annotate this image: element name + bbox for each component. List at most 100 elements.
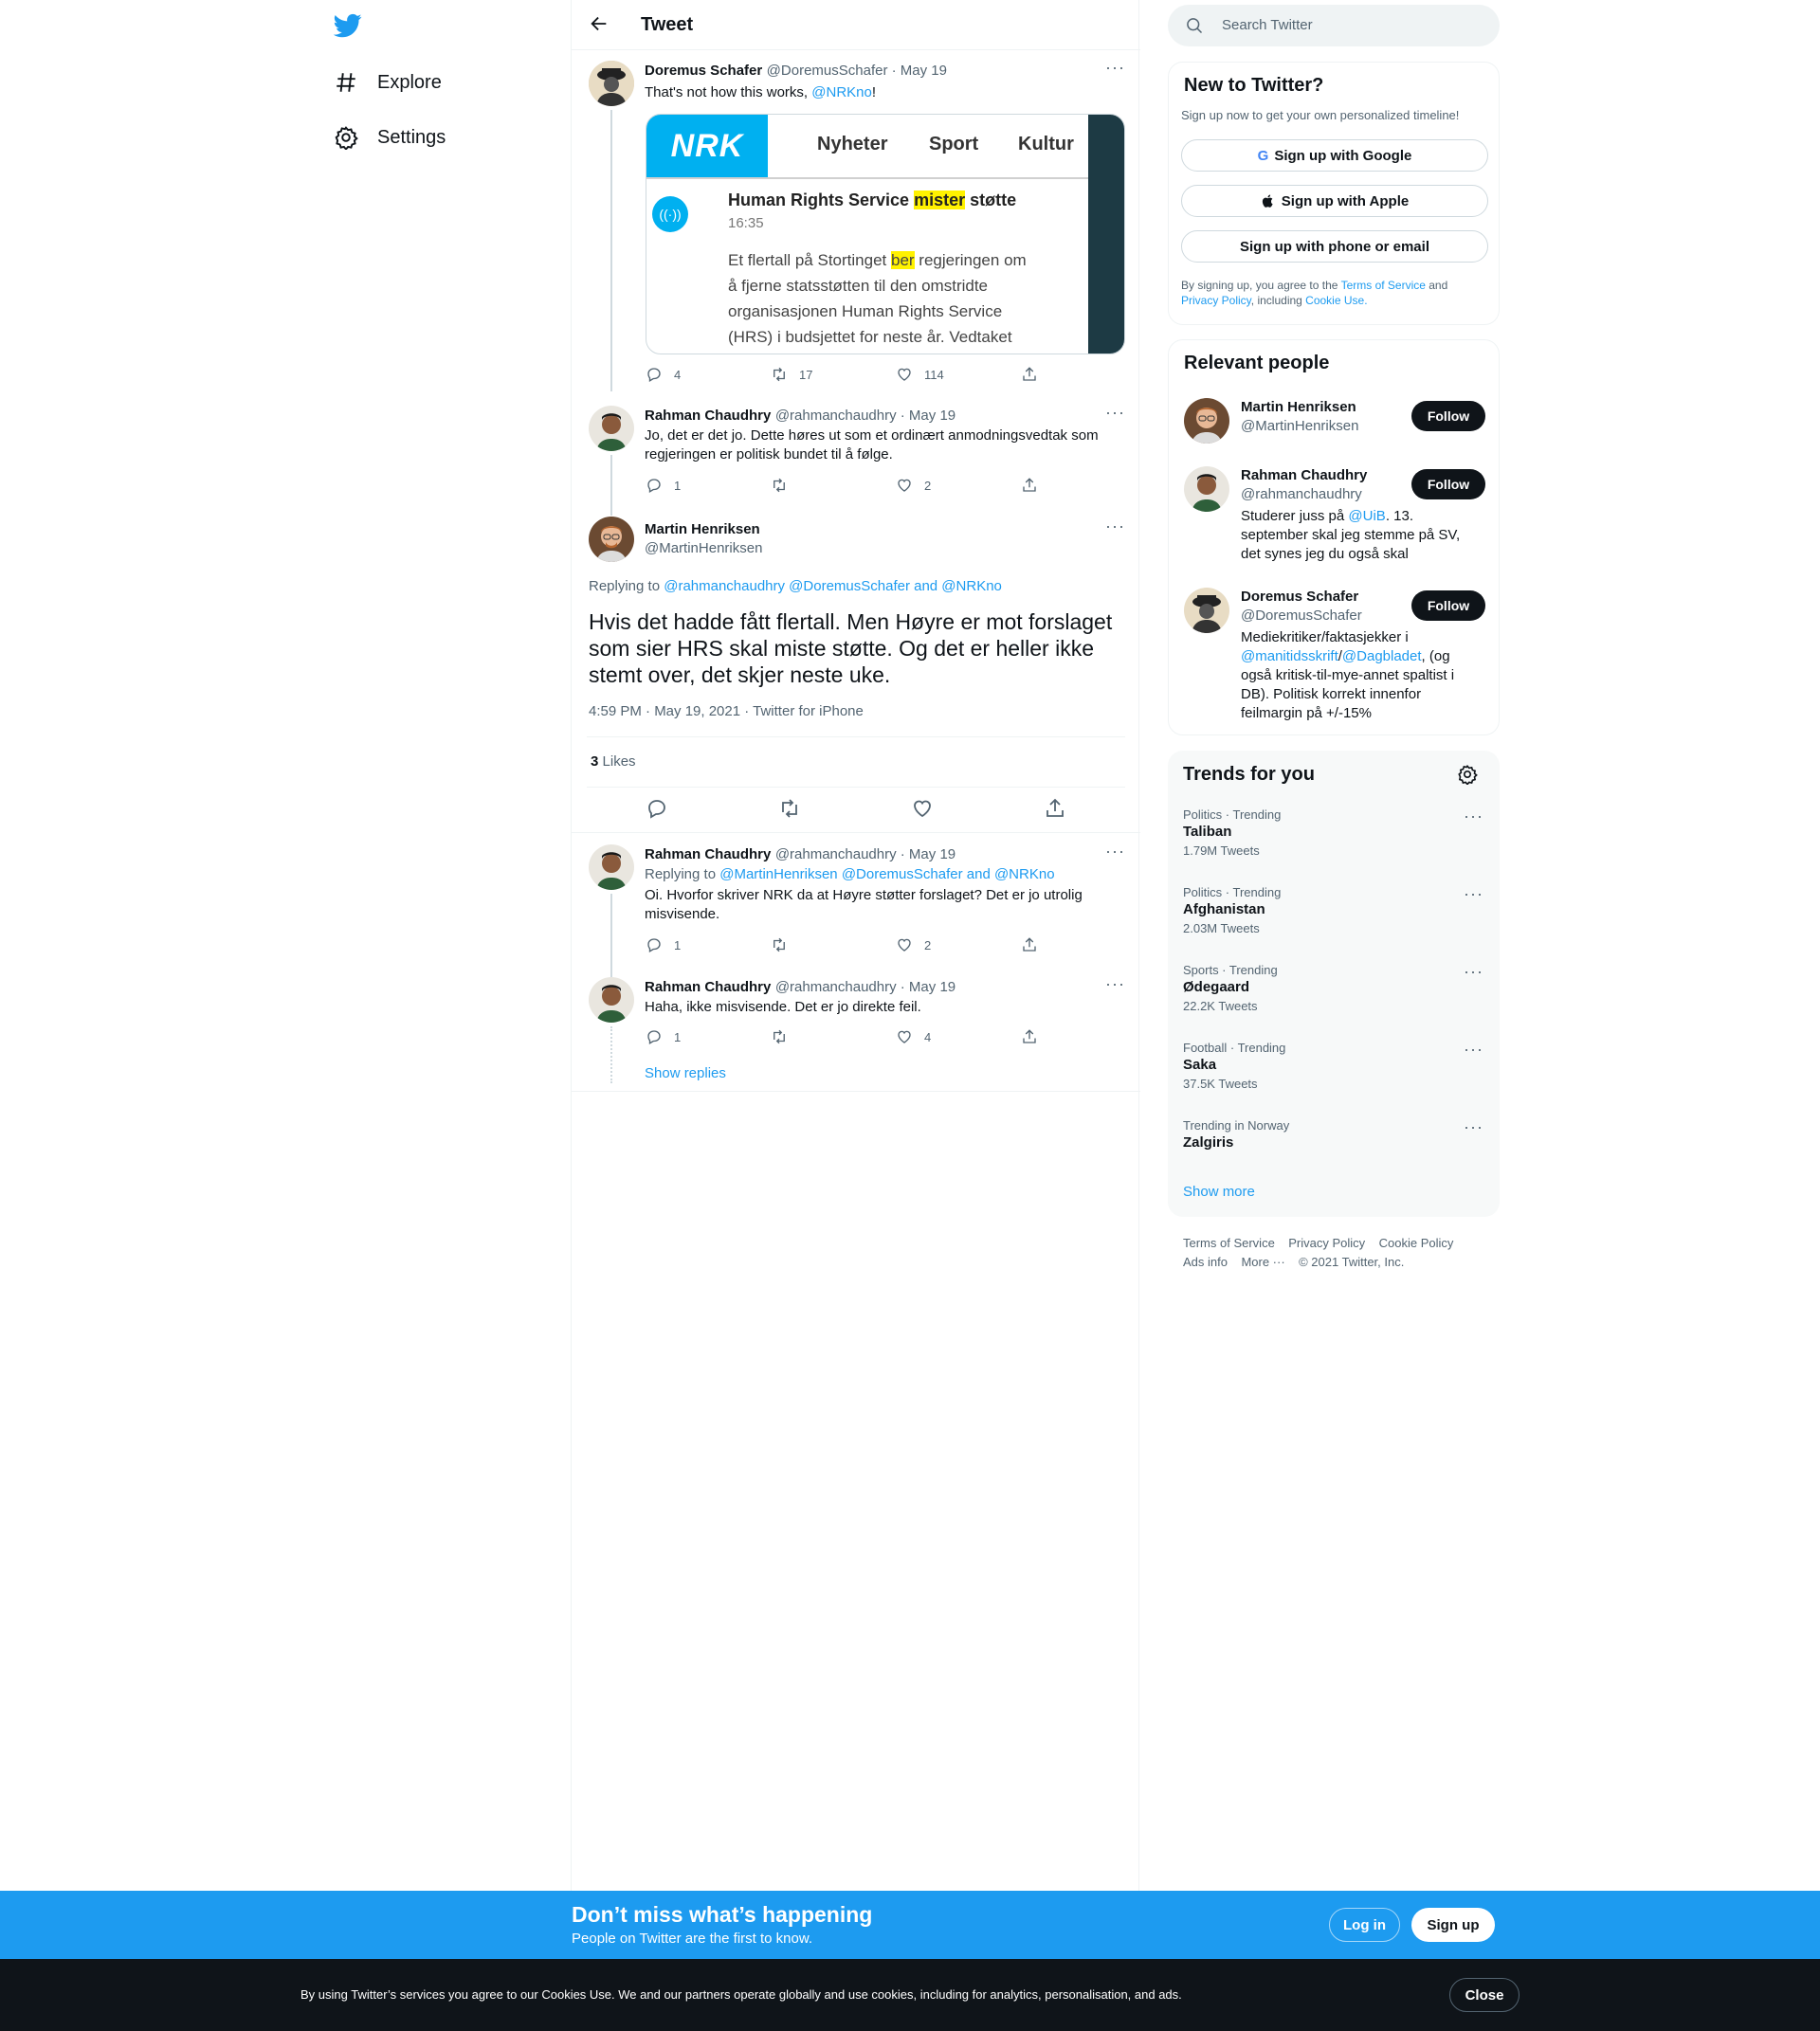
more-icon[interactable]: ··· <box>1464 1041 1483 1063</box>
show-more-link[interactable]: Show more <box>1183 1184 1255 1200</box>
share-icon[interactable] <box>1044 797 1066 820</box>
like-button[interactable]: 2 <box>896 477 931 494</box>
search-icon <box>1187 18 1203 34</box>
back-arrow-icon[interactable] <box>589 13 610 34</box>
bio-link[interactable]: @Dagbladet <box>1342 648 1422 664</box>
reply-icon[interactable] <box>646 797 668 820</box>
likes-stat[interactable]: 3 Likes <box>591 753 636 770</box>
avatar[interactable] <box>589 406 634 451</box>
more-icon[interactable]: ··· <box>1105 843 1124 865</box>
author-meta: @DoremusSchafer · May 19 <box>766 63 947 79</box>
footer-link[interactable]: More ··· <box>1241 1255 1284 1269</box>
person-handle[interactable]: @DoremusSchafer <box>1241 607 1362 624</box>
retweet-icon[interactable] <box>778 797 801 820</box>
person-name[interactable]: Rahman Chaudhry <box>1241 467 1367 483</box>
like-button[interactable]: 114 <box>896 366 944 383</box>
retweet-button[interactable] <box>771 477 799 494</box>
avatar[interactable] <box>589 844 634 890</box>
login-button[interactable]: Log in <box>1329 1908 1400 1942</box>
avatar[interactable] <box>1184 466 1229 512</box>
replying-mentions[interactable]: @rahmanchaudhry @DoremusSchafer and @NRK… <box>664 578 1002 594</box>
button-label: Sign up with phone or email <box>1239 238 1429 255</box>
bio-link[interactable]: @manitidsskrift <box>1241 648 1338 664</box>
divider <box>646 177 1088 179</box>
more-icon[interactable]: ··· <box>1464 963 1483 986</box>
nrk-tab: Nyheter <box>817 134 888 154</box>
terms-link[interactable]: Terms of Service <box>1341 279 1426 292</box>
search-box[interactable]: Search Twitter <box>1168 5 1500 46</box>
avatar[interactable] <box>589 61 634 106</box>
footer-link[interactable]: Terms of Service <box>1183 1236 1275 1250</box>
more-icon[interactable]: ··· <box>1464 807 1483 830</box>
avatar[interactable] <box>1184 588 1229 633</box>
person-name[interactable]: Doremus Schafer <box>1241 589 1358 605</box>
author-meta: @rahmanchaudhry · May 19 <box>774 408 956 424</box>
mention-link[interactable]: @NRKno <box>811 84 872 100</box>
follow-button[interactable]: Follow <box>1411 590 1485 621</box>
like-button[interactable]: 4 <box>896 1028 931 1045</box>
author-name[interactable]: Rahman Chaudhry <box>645 979 771 995</box>
tweet-image[interactable]: NRK Nyheter Sport Kultur ((·)) Human Rig… <box>646 114 1125 354</box>
nav-explore[interactable]: Explore <box>334 63 442 101</box>
twitter-logo-icon[interactable] <box>334 11 362 40</box>
show-replies-link[interactable]: Show replies <box>645 1065 726 1081</box>
person-handle[interactable]: @MartinHenriksen <box>1241 418 1358 434</box>
author-name[interactable]: Doremus Schafer <box>645 63 762 79</box>
share-button[interactable] <box>1021 936 1049 953</box>
more-icon[interactable]: ··· <box>1105 975 1124 998</box>
signup-phone-button[interactable]: Sign up with phone or email <box>1181 230 1488 263</box>
reply-button[interactable]: 1 <box>646 477 681 494</box>
more-icon[interactable]: ··· <box>1105 59 1124 82</box>
footer-link[interactable]: Ads info <box>1183 1255 1228 1269</box>
follow-button[interactable]: Follow <box>1411 401 1485 431</box>
person-name[interactable]: Martin Henriksen <box>1241 399 1356 415</box>
author-name[interactable]: Rahman Chaudhry <box>645 846 771 862</box>
trend-item[interactable]: Politics · Trending Taliban 1.79M Tweets <box>1183 807 1281 858</box>
retweet-icon <box>774 1029 785 1044</box>
signup-button[interactable]: Sign up <box>1411 1908 1495 1942</box>
reply-button[interactable]: 1 <box>646 936 681 953</box>
heart-icon[interactable] <box>911 797 934 820</box>
more-icon[interactable]: ··· <box>1105 517 1124 540</box>
reply-button[interactable]: 4 <box>646 366 681 383</box>
nav-settings[interactable]: Settings <box>334 118 446 156</box>
cookie-link[interactable]: Cookie Use. <box>1305 294 1367 307</box>
footer-link[interactable]: Cookie Policy <box>1379 1236 1454 1250</box>
tweet-timestamp[interactable]: 4:59 PM · May 19, 2021 · Twitter for iPh… <box>589 703 864 719</box>
privacy-link[interactable]: Privacy Policy <box>1181 294 1251 307</box>
author-handle[interactable]: @MartinHenriksen <box>645 540 762 556</box>
person-handle[interactable]: @rahmanchaudhry <box>1241 486 1362 502</box>
avatar[interactable] <box>1184 398 1229 444</box>
trend-item[interactable]: Football · Trending Saka 37.5K Tweets <box>1183 1041 1285 1091</box>
retweet-button[interactable] <box>771 936 799 953</box>
like-button[interactable]: 2 <box>896 936 931 953</box>
heart-icon <box>898 479 911 492</box>
settings-gear-icon[interactable] <box>1457 764 1478 785</box>
trend-item[interactable]: Sports · Trending Ødegaard 22.2K Tweets <box>1183 963 1278 1013</box>
signup-google-button[interactable]: G Sign up with Google <box>1181 139 1488 172</box>
author-name[interactable]: Martin Henriksen <box>645 521 760 537</box>
avatar[interactable] <box>589 977 634 1023</box>
reply-button[interactable]: 1 <box>646 1028 681 1045</box>
more-icon[interactable]: ··· <box>1464 885 1483 908</box>
nav-settings-label: Settings <box>377 126 446 148</box>
close-button[interactable]: Close <box>1449 1978 1520 2012</box>
retweet-button[interactable]: 17 <box>771 366 812 383</box>
share-button[interactable] <box>1021 477 1049 494</box>
retweet-button[interactable] <box>771 1028 799 1045</box>
share-button[interactable] <box>1021 366 1049 383</box>
trend-item[interactable]: Politics · Trending Afghanistan 2.03M Tw… <box>1183 885 1281 935</box>
more-icon[interactable]: ··· <box>1464 1118 1483 1141</box>
trend-item[interactable]: Trending in Norway Zalgiris <box>1183 1118 1289 1151</box>
signup-apple-button[interactable]: Sign up with Apple <box>1181 185 1488 217</box>
author-name[interactable]: Rahman Chaudhry <box>645 408 771 424</box>
follow-button[interactable]: Follow <box>1411 469 1485 499</box>
retweet-icon <box>774 367 785 382</box>
more-icon[interactable]: ··· <box>1105 404 1124 426</box>
trend-category: Trending in Norway <box>1183 1118 1290 1133</box>
footer-link[interactable]: Privacy Policy <box>1288 1236 1365 1250</box>
bio-link[interactable]: @UiB <box>1348 508 1385 524</box>
share-button[interactable] <box>1021 1028 1049 1045</box>
replying-mentions[interactable]: @MartinHenriksen @DoremusSchafer and @NR… <box>719 866 1054 882</box>
avatar[interactable] <box>589 517 634 562</box>
